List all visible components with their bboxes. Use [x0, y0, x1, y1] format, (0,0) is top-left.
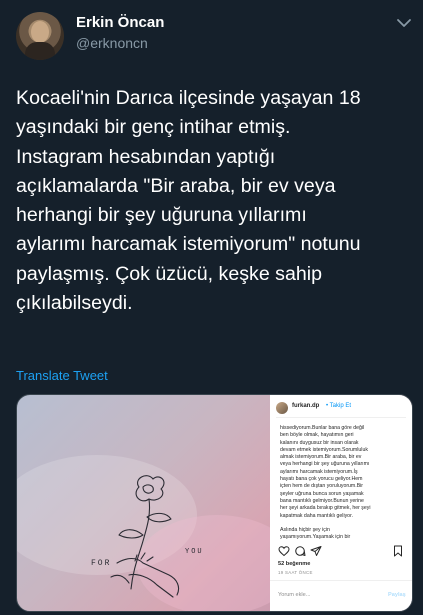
tweet-header: Erkin Öncan @erknoncn: [0, 0, 423, 70]
sketch-text-you: YOU: [185, 548, 204, 556]
bookmark-icon: [394, 545, 402, 557]
caption-line: yaşamıyorum.Yaşamak için bir: [280, 534, 351, 541]
caption-line: hissediyorum.Bunlar bana göre değil: [280, 425, 365, 431]
tweet-line: aylarımı harcamak istemiyorum" notunu: [16, 233, 361, 256]
tweet-line: çıkılabilseydi.: [16, 292, 133, 315]
author-handle[interactable]: @erknoncn: [76, 35, 148, 51]
caption-line: bana mantıklı gelmiyor.Bunun yerine: [280, 497, 364, 504]
sketch-text-for: FOR: [91, 559, 111, 568]
caption-line: almak istemiyorum.Bir araba, bir ev: [280, 454, 362, 461]
chevron-down-icon[interactable]: [395, 14, 413, 32]
caption-line: veya herhangi bir şey uğuruna yıllarımı: [280, 461, 370, 468]
avatar[interactable]: [16, 12, 64, 60]
instagram-post-header: furkan.dp • Takip Et: [276, 401, 406, 418]
tweet-line: Instagram hesabından yaptığı: [16, 145, 276, 168]
avatar-face: [31, 21, 49, 43]
tweet-media-image[interactable]: FOR YOU furkan.dp • Takip Et hissediyoru…: [16, 394, 413, 612]
caption-line: Aslında hiçbir şey için: [280, 527, 330, 534]
caption-line: şeyler uğruna bunca sorun yaşamak: [280, 490, 364, 497]
author-name[interactable]: Erkin Öncan: [76, 14, 164, 31]
tweet-line: açıklamalarda "Bir araba, bir ev veya: [16, 174, 336, 197]
caption-line: içten hem de dıştan yoruluyorum.Bir: [280, 483, 364, 490]
rose-sketch-illustration: FOR YOU: [91, 475, 204, 598]
caption-line: [280, 520, 402, 527]
instagram-follow-button: • Takip Et: [326, 403, 352, 409]
heart-icon: [278, 546, 290, 557]
instagram-action-bar: [278, 545, 404, 557]
instagram-username: furkan.dp: [292, 403, 320, 409]
caption-line: hayatı bana çok yorucu geliyor.Hem: [280, 476, 363, 483]
tweet-line: herhangi bir şey uğuruna yıllarımı: [16, 204, 307, 227]
instagram-caption: hissediyorum.Bunlar bana göre değil ben …: [280, 425, 402, 542]
instagram-comment-box: Yorum ekle... Paylaş: [270, 580, 412, 611]
instagram-comment-placeholder: Yorum ekle...: [278, 592, 311, 598]
avatar-body: [25, 42, 55, 60]
caption-line: aylarımı harcamak istemiyorum.İş: [280, 468, 358, 475]
caption-line: ben böyle olmak, hayatımın geri: [280, 432, 354, 439]
comment-icon: [295, 546, 306, 556]
tweet-body: Kocaeli'nin Darıca ilçesinde yaşayan 18 …: [16, 84, 412, 318]
instagram-timestamp: 19 SAAT ÖNCE: [278, 570, 313, 575]
tweet-line: paylaşmış. Çok üzücü, keşke sahip: [16, 262, 323, 285]
caption-line: kapatmak daha mantıklı geliyor.: [280, 512, 353, 519]
caption-line: devam etmek istemiyorum.Sorumluluk: [280, 446, 368, 453]
translate-tweet-link[interactable]: Translate Tweet: [16, 368, 108, 383]
tweet-line: Kocaeli'nin Darıca ilçesinde yaşayan 18: [16, 87, 361, 109]
instagram-post-card: furkan.dp • Takip Et hissediyorum.Bunlar…: [270, 395, 412, 611]
instagram-share-button: Paylaş: [388, 592, 406, 598]
paper-plane-icon: [310, 546, 322, 556]
instagram-avatar: [276, 402, 288, 414]
caption-line: kalanını duygusuz bir insan olarak: [280, 439, 359, 446]
tweet-line: yaşındaki bir genç intihar etmiş.: [16, 116, 291, 139]
caption-line: her şeyi arkada bırakıp gitmek, her şeyi: [280, 505, 371, 512]
instagram-likes-count: 52 beğenme: [278, 561, 311, 567]
